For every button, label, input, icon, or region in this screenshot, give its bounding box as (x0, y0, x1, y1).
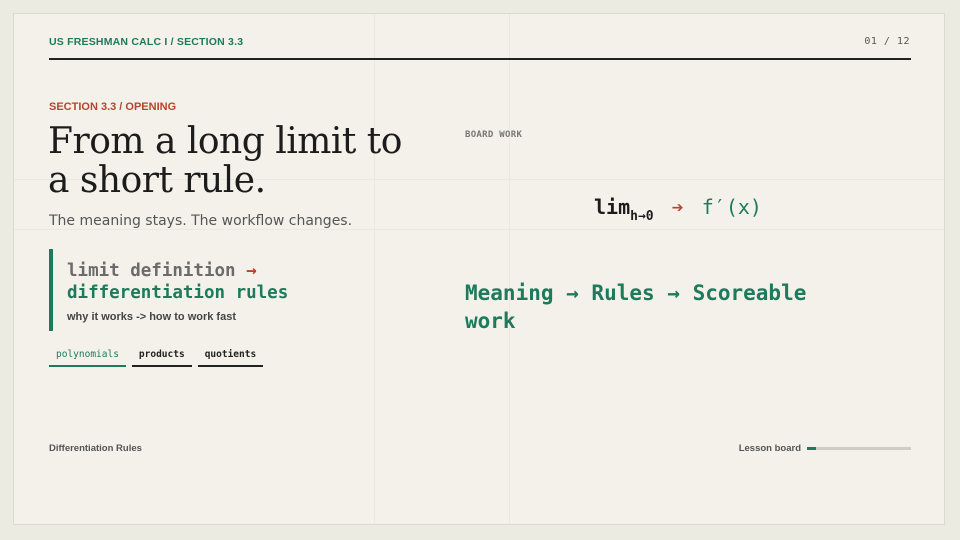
progress-label: Lesson board (738, 443, 801, 454)
grid-line (374, 14, 375, 524)
section-label: SECTION 3.3 / OPENING (49, 101, 177, 113)
topic-tabs: polynomials products quotients (49, 349, 264, 367)
page-subtitle: The meaning stays. The workflow changes. (49, 213, 353, 229)
page-counter: 01 / 12 (864, 36, 910, 47)
workflow-line-2: work (465, 309, 516, 333)
slide-canvas: US FRESHMAN CALC I / SECTION 3.3 01 / 12… (13, 13, 945, 525)
lesson-progress: Lesson board (739, 443, 911, 454)
tab-quotients[interactable]: quotients (197, 349, 264, 367)
workflow-line-1: Meaning → Rules → Scoreable (465, 281, 807, 305)
callout-box: limit definition → differentiation rules… (49, 249, 349, 331)
arrow-right-icon: → (246, 261, 257, 281)
limit-formula: limh→0 ➔ f′(x) (594, 195, 762, 224)
formula-lim: lim (594, 195, 631, 219)
callout-from: limit definition → (67, 260, 349, 282)
grid-line (14, 229, 944, 230)
page-title-line-1: From a long limit to (48, 121, 402, 162)
board-work-label: BOARD WORK (465, 130, 523, 140)
callout-from-text: limit definition (67, 261, 236, 281)
tab-polynomials[interactable]: polynomials (49, 349, 126, 367)
formula-subscript: h→0 (630, 209, 654, 224)
callout-note: why it works -> how to work fast (67, 311, 236, 323)
callout-to: differentiation rules (67, 283, 289, 303)
workflow-statement: Meaning → Rules → Scoreable work (465, 279, 885, 335)
grid-line (509, 14, 510, 524)
formula-derivative: f′(x) (701, 195, 762, 219)
progress-bar (807, 447, 911, 450)
page-title-line-2: a short rule. (48, 160, 266, 201)
header-divider (49, 58, 911, 60)
page-title: From a long limit to a short rule. (48, 122, 448, 200)
footer-title: Differentiation Rules (49, 443, 142, 454)
tab-products[interactable]: products (131, 349, 192, 367)
arrow-right-icon: ➔ (671, 195, 684, 219)
course-breadcrumb: US FRESHMAN CALC I / SECTION 3.3 (49, 36, 244, 48)
progress-bar-fill (807, 447, 816, 450)
